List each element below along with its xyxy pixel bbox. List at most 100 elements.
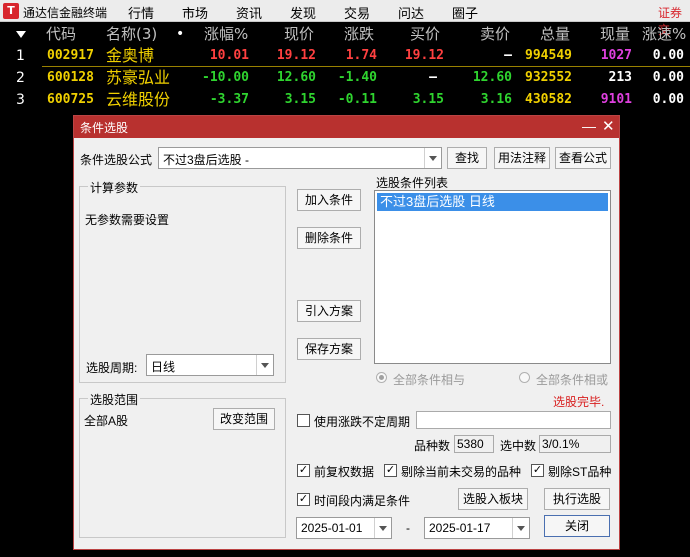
use-period-checkbox[interactable] (297, 414, 310, 427)
row-index: 3 (16, 92, 25, 108)
chevron-down-icon[interactable] (512, 518, 529, 538)
params-group: 计算参数 无参数需要设置 选股周期: 日线 (79, 179, 286, 383)
menu-discover[interactable]: 发现 (290, 3, 316, 22)
col-change[interactable]: 涨跌 (344, 24, 374, 44)
row-name: 苏豪弘业 (106, 68, 171, 87)
view-formula-button[interactable]: 查看公式 (555, 147, 611, 169)
formula-select[interactable]: 不过3盘后选股 - (158, 147, 442, 169)
remove-st-label: 剔除ST品种 (548, 465, 612, 479)
row-price: 3.15 (284, 92, 316, 107)
chevron-down-icon[interactable] (424, 148, 441, 168)
quote-table-header: 代码 名称(3) • 涨幅% 现价 涨跌 买价 卖价 总量 现量 涨速% (0, 24, 690, 44)
radio-or[interactable] (519, 372, 530, 383)
close-icon[interactable]: ✕ (602, 117, 615, 135)
hit-field: 3/0.1% (539, 435, 611, 453)
remove-st-checkbox[interactable]: ✓ (531, 464, 544, 477)
chevron-down-icon[interactable] (256, 355, 273, 375)
row-speed: 0.00 (652, 70, 684, 85)
app-logo-icon: T (3, 3, 19, 19)
dialog-title: 条件选股 (80, 121, 129, 135)
formula-label: 条件选股公式 (80, 153, 153, 167)
row-volume: 932552 (525, 70, 572, 85)
list-title: 选股条件列表 (376, 176, 449, 190)
radio-or-label: 全部条件相或 (536, 373, 609, 387)
fq-label: 前复权数据 (314, 465, 375, 479)
col-cur-volume[interactable]: 现量 (600, 24, 630, 44)
row-pct: -10.00 (202, 70, 249, 85)
col-speed[interactable]: 涨速% (642, 24, 686, 44)
row-ask: — (504, 48, 512, 63)
row-pct: -3.37 (209, 92, 249, 107)
menu-circle[interactable]: 圈子 (452, 3, 478, 22)
col-name[interactable]: 名称(3) (106, 24, 157, 44)
date-from-select[interactable]: 2025-01-01 (296, 517, 392, 539)
fq-checkbox[interactable]: ✓ (297, 464, 310, 477)
row-index: 1 (16, 48, 25, 64)
row-name: 云维股份 (106, 90, 171, 109)
radio-and[interactable] (376, 372, 387, 383)
col-bid[interactable]: 买价 (410, 24, 440, 44)
row-index: 2 (16, 70, 25, 86)
menu-ask[interactable]: 问达 (398, 3, 424, 22)
list-item[interactable]: 不过3盘后选股 日线 (377, 193, 608, 211)
minimize-icon[interactable]: — (582, 118, 596, 134)
execute-button[interactable]: 执行选股 (544, 488, 610, 510)
menu-quote[interactable]: 行情 (128, 3, 154, 22)
hit-label: 选中数 (500, 439, 537, 453)
condition-list[interactable]: 不过3盘后选股 日线 (374, 190, 611, 364)
period-select[interactable]: 日线 (146, 354, 274, 376)
row-price: 12.60 (276, 70, 316, 85)
row-change: -0.11 (337, 92, 377, 107)
import-plan-button[interactable]: 引入方案 (297, 300, 361, 322)
col-price[interactable]: 现价 (284, 24, 314, 44)
row-code: 600725 (47, 92, 94, 107)
radio-and-label: 全部条件相与 (393, 373, 466, 387)
add-condition-button[interactable]: 加入条件 (297, 189, 361, 211)
col-code[interactable]: 代码 (46, 24, 76, 44)
menu-news[interactable]: 资讯 (236, 3, 262, 22)
add-to-block-button[interactable]: 选股入板块 (458, 488, 528, 510)
period-input[interactable] (416, 411, 611, 429)
usage-button[interactable]: 用法注释 (494, 147, 550, 169)
range-title: 选股范围 (88, 391, 141, 408)
row-pct: 10.01 (209, 48, 249, 63)
count-field: 5380 (454, 435, 494, 453)
row-cur-volume: 1027 (600, 48, 632, 63)
change-range-button[interactable]: 改变范围 (213, 408, 275, 430)
row-name: 金奥博 (106, 46, 155, 65)
row-change: -1.40 (337, 70, 377, 85)
menu-trade[interactable]: 交易 (344, 3, 370, 22)
delete-condition-button[interactable]: 删除条件 (297, 227, 361, 249)
time-label: 时间段内满足条件 (314, 494, 411, 508)
find-button[interactable]: 查找 (447, 147, 487, 169)
date-to-value: 2025-01-17 (429, 521, 491, 535)
app-title: 通达信金融终端 (23, 6, 108, 20)
col-volume[interactable]: 总量 (540, 24, 570, 44)
remove-untraded-checkbox[interactable]: ✓ (384, 464, 397, 477)
close-button[interactable]: 关闭 (544, 515, 610, 537)
row-speed: 0.00 (652, 48, 684, 63)
time-checkbox[interactable]: ✓ (297, 493, 310, 506)
col-ask[interactable]: 卖价 (480, 24, 510, 44)
table-row[interactable]: 3 600725 云维股份 -3.37 3.15 -0.11 3.15 3.16… (0, 89, 690, 111)
period-label: 选股周期: (86, 361, 138, 375)
save-plan-button[interactable]: 保存方案 (297, 338, 361, 360)
menu-market[interactable]: 市场 (182, 3, 208, 22)
col-dot: • (176, 26, 185, 42)
chevron-down-icon[interactable] (374, 518, 391, 538)
table-row[interactable]: 1 002917 金奥博 10.01 19.12 1.74 19.12 — 99… (0, 45, 690, 67)
status-text: 选股完毕. (553, 395, 605, 409)
row-cur-volume: 9101 (600, 92, 632, 107)
date-to-select[interactable]: 2025-01-17 (424, 517, 530, 539)
period-value: 日线 (151, 360, 176, 374)
remove-untraded-label: 剔除当前未交易的品种 (401, 465, 522, 479)
row-speed: 0.00 (652, 92, 684, 107)
row-cur-volume: 213 (608, 70, 632, 85)
col-pct[interactable]: 涨幅% (204, 24, 248, 44)
row-bid: — (429, 70, 437, 85)
params-title: 计算参数 (88, 179, 141, 196)
dialog-titlebar[interactable]: 条件选股 — ✕ (74, 116, 619, 138)
table-row[interactable]: 2 600128 苏豪弘业 -10.00 12.60 -1.40 — 12.60… (0, 67, 690, 89)
use-period-label: 使用涨跌不定周期 (314, 415, 411, 429)
sort-down-icon[interactable] (16, 31, 26, 38)
